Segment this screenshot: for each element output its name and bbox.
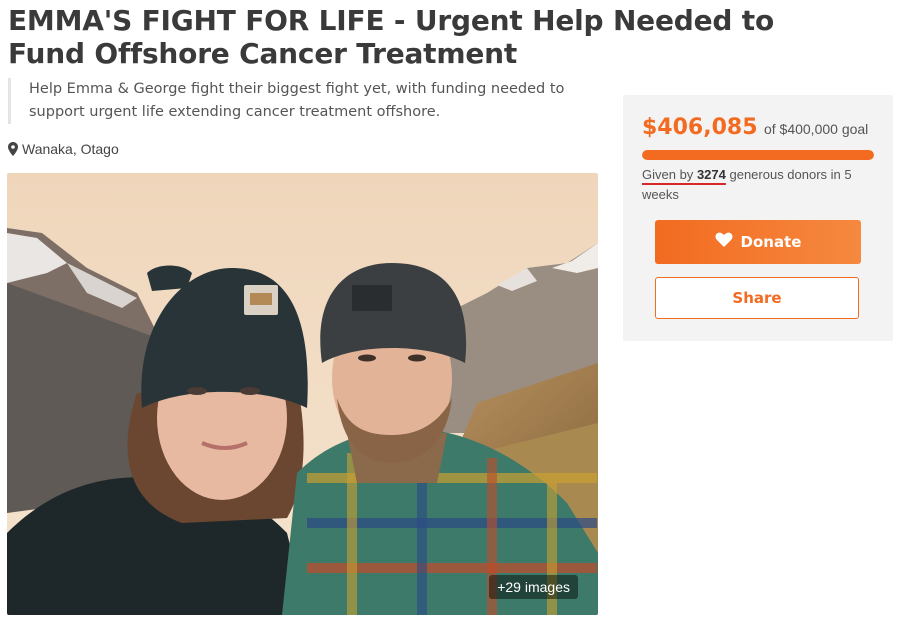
progress-bar-fill — [642, 150, 874, 160]
campaign-location: Wanaka, Otago — [8, 141, 119, 157]
goal-text: of $400,000 goal — [763, 121, 869, 137]
donate-button[interactable]: Donate — [655, 220, 861, 264]
donors-summary: Given by 3274 generous donors in 5 weeks — [642, 165, 878, 205]
donors-prefix: Given by — [642, 167, 694, 182]
donor-count: 3274 — [696, 167, 726, 182]
share-button[interactable]: Share — [655, 277, 859, 319]
couple-photo — [7, 173, 598, 615]
campaign-subtitle: Help Emma & George fight their biggest f… — [8, 78, 589, 124]
amount-raised: $406,085 — [642, 115, 758, 140]
heart-icon — [715, 232, 733, 252]
campaign-hero-image[interactable]: +29 images — [7, 173, 598, 615]
progress-bar — [642, 150, 874, 160]
campaign-title: EMMA'S FIGHT FOR LIFE - Urgent Help Need… — [8, 4, 775, 70]
more-images-badge[interactable]: +29 images — [489, 575, 578, 599]
donation-panel: $406,085 of $400,000 goal Given by 3274 … — [623, 95, 893, 341]
funds-raised-row: $406,085 of $400,000 goal — [642, 115, 868, 140]
donate-label: Donate — [740, 233, 802, 251]
location-label: Wanaka, Otago — [22, 141, 119, 157]
map-marker-icon — [8, 142, 18, 156]
